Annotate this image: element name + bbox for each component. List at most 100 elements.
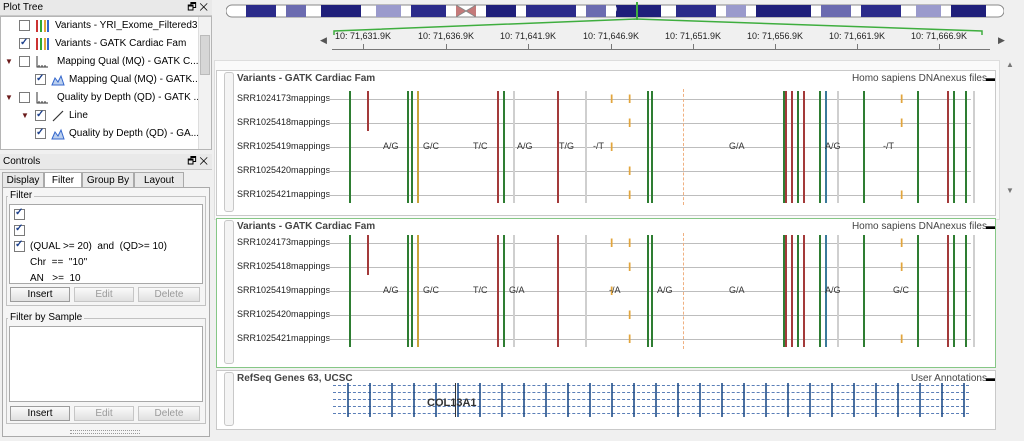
variant-marker[interactable] bbox=[803, 235, 805, 347]
tree-checkbox[interactable] bbox=[35, 106, 46, 124]
exon-block[interactable] bbox=[853, 383, 855, 417]
expand-triangle-icon[interactable]: ▼ bbox=[21, 107, 29, 125]
track-1-grip[interactable] bbox=[224, 72, 234, 212]
variant-marker[interactable] bbox=[407, 235, 409, 347]
main-scrollbar[interactable]: ▲ ▼ bbox=[1002, 60, 1022, 438]
variant-marker[interactable] bbox=[497, 91, 499, 203]
variant-marker[interactable] bbox=[513, 91, 515, 203]
tab-filter[interactable]: Filter bbox=[44, 172, 82, 188]
tree-item-line[interactable]: ▼ Line bbox=[1, 106, 197, 125]
exon-block[interactable] bbox=[633, 383, 635, 417]
expand-triangle-icon[interactable]: ▼ bbox=[5, 53, 13, 71]
track-3-grip[interactable] bbox=[224, 372, 234, 426]
variant-marker[interactable] bbox=[819, 91, 821, 203]
indel-marker-icon[interactable]: I bbox=[628, 308, 631, 322]
folder-icon[interactable]: ▬ bbox=[986, 73, 995, 83]
indel-marker-icon[interactable]: I bbox=[610, 140, 613, 154]
folder-icon[interactable]: ▬ bbox=[986, 373, 995, 383]
exon-block[interactable] bbox=[765, 383, 767, 417]
tab-layout[interactable]: Layout bbox=[134, 172, 184, 188]
scroll-left-icon[interactable]: ◀ bbox=[320, 35, 327, 46]
dock-float-close-icon[interactable]: 🗗 ✕ bbox=[187, 154, 208, 170]
tree-scrollbar[interactable] bbox=[198, 17, 211, 149]
variant-track-1[interactable]: Variants - GATK Cardiac Fam Homo sapiens… bbox=[216, 70, 996, 216]
variant-marker[interactable] bbox=[973, 235, 975, 347]
exon-block[interactable] bbox=[479, 383, 481, 417]
variant-marker[interactable] bbox=[953, 235, 955, 347]
variant-marker[interactable] bbox=[803, 91, 805, 203]
variant-marker[interactable] bbox=[965, 91, 967, 203]
variant-marker[interactable] bbox=[417, 235, 419, 347]
sample-insert-button[interactable]: Insert bbox=[10, 406, 70, 421]
variant-marker[interactable] bbox=[863, 235, 865, 347]
tree-checkbox[interactable] bbox=[35, 124, 46, 142]
exon-block[interactable] bbox=[897, 383, 899, 417]
exon-block[interactable] bbox=[655, 383, 657, 417]
variant-marker[interactable] bbox=[503, 235, 505, 347]
indel-marker-icon[interactable]: I bbox=[610, 92, 613, 106]
indel-marker-icon[interactable]: I bbox=[900, 236, 903, 250]
indel-marker-icon[interactable]: I bbox=[628, 116, 631, 130]
filter-checkbox[interactable] bbox=[14, 221, 25, 237]
variant-marker[interactable] bbox=[647, 91, 649, 203]
variant-marker[interactable] bbox=[411, 91, 413, 203]
indel-marker-icon[interactable]: I bbox=[610, 236, 613, 250]
variant-marker[interactable] bbox=[411, 235, 413, 347]
variant-marker[interactable] bbox=[417, 91, 419, 203]
indel-marker-icon[interactable]: I bbox=[628, 260, 631, 274]
filter-edit-button[interactable]: Edit bbox=[74, 287, 134, 302]
sample-filter-list[interactable] bbox=[9, 326, 203, 402]
variant-marker[interactable] bbox=[947, 91, 949, 203]
exon-block[interactable] bbox=[589, 383, 591, 417]
variant-marker[interactable] bbox=[965, 235, 967, 347]
exon-block[interactable] bbox=[545, 383, 547, 417]
exon-block[interactable] bbox=[831, 383, 833, 417]
filter-insert-button[interactable]: Insert bbox=[10, 287, 70, 302]
filter-delete-button[interactable]: Delete bbox=[138, 287, 200, 302]
indel-marker-icon[interactable]: I bbox=[628, 92, 631, 106]
variant-marker[interactable] bbox=[953, 91, 955, 203]
exon-block[interactable] bbox=[875, 383, 877, 417]
variant-marker[interactable] bbox=[947, 235, 949, 347]
variant-track-2[interactable]: Variants - GATK Cardiac Fam Homo sapiens… bbox=[216, 218, 996, 368]
filter-checkbox[interactable] bbox=[14, 205, 25, 221]
expand-triangle-icon[interactable]: ▼ bbox=[5, 89, 13, 107]
variant-marker[interactable] bbox=[791, 91, 793, 203]
variant-marker[interactable] bbox=[797, 235, 799, 347]
variant-marker[interactable] bbox=[651, 91, 653, 203]
exon-block[interactable] bbox=[391, 383, 393, 417]
exon-block[interactable] bbox=[567, 383, 569, 417]
exon-block[interactable] bbox=[699, 383, 701, 417]
variant-marker[interactable] bbox=[797, 91, 799, 203]
indel-marker-icon[interactable]: I bbox=[900, 116, 903, 130]
variant-marker[interactable] bbox=[791, 235, 793, 347]
variant-marker[interactable] bbox=[647, 235, 649, 347]
tab-group-by[interactable]: Group By bbox=[82, 172, 134, 188]
variant-marker[interactable] bbox=[349, 235, 351, 347]
tree-item-mapping-qual[interactable]: ▼ Mapping Qual (MQ) - GATK C... bbox=[1, 53, 199, 71]
exon-block[interactable] bbox=[369, 383, 371, 417]
exon-block[interactable] bbox=[501, 383, 503, 417]
track-2-grip[interactable] bbox=[224, 220, 234, 364]
indel-marker-icon[interactable]: I bbox=[628, 332, 631, 346]
variant-marker[interactable] bbox=[557, 235, 559, 347]
exon-block[interactable] bbox=[809, 383, 811, 417]
filter-checkbox[interactable] bbox=[14, 237, 25, 253]
filter-item[interactable]: AN >= 10 bbox=[14, 237, 81, 284]
scroll-down-icon[interactable]: ▼ bbox=[1006, 186, 1014, 195]
variant-marker[interactable] bbox=[407, 91, 409, 203]
variant-marker[interactable] bbox=[367, 91, 369, 131]
indel-marker-icon[interactable]: I bbox=[900, 332, 903, 346]
tree-item-variants-gatk[interactable]: Variants - GATK Cardiac Fam bbox=[1, 34, 197, 53]
variant-marker[interactable] bbox=[651, 235, 653, 347]
exon-block[interactable] bbox=[523, 383, 525, 417]
gene-track[interactable]: RefSeq Genes 63, UCSC User Annotations ▬… bbox=[216, 370, 996, 430]
variant-marker[interactable] bbox=[785, 91, 787, 203]
variant-marker[interactable] bbox=[819, 235, 821, 347]
tree-item-mapping-qual-child[interactable]: Mapping Qual (MQ) - GATK... bbox=[1, 70, 201, 89]
tree-checkbox[interactable] bbox=[19, 92, 30, 103]
exon-block[interactable] bbox=[611, 383, 613, 417]
indel-marker-icon[interactable]: I bbox=[628, 164, 631, 178]
variant-marker[interactable] bbox=[917, 235, 919, 347]
variant-marker[interactable] bbox=[917, 91, 919, 203]
